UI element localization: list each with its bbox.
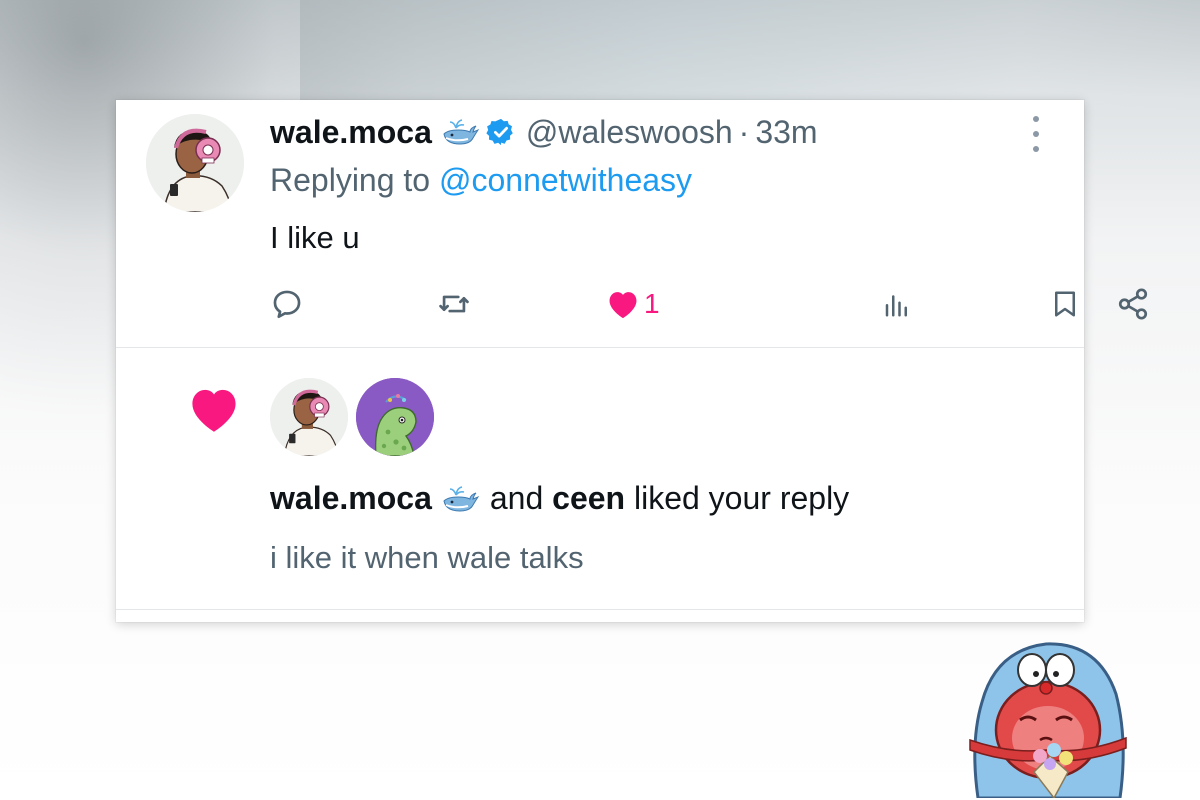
notification-text: wale.moca and ceen liked your reply [270, 480, 849, 517]
tweet[interactable]: wale.moca @waleswoosh · 33m Replying to … [116, 100, 1148, 348]
replying-to-mention[interactable]: @connetwitheasy [439, 162, 692, 198]
notification-card: wale.moca @waleswoosh · 33m Replying to … [116, 100, 1148, 622]
bookmark-icon [1055, 291, 1075, 317]
views-icon [885, 295, 907, 317]
user-handle[interactable]: @waleswoosh [526, 114, 733, 151]
liker-name-2[interactable]: ceen [552, 480, 625, 517]
bookmark-button[interactable] [1050, 284, 1080, 324]
liker-name-1[interactable]: wale.moca [270, 480, 432, 517]
retweet-icon [439, 295, 469, 313]
tweet-text: I like u [270, 220, 360, 255]
verified-badge-icon [486, 117, 516, 147]
user-avatar[interactable] [146, 114, 244, 212]
liker-avatar-wale[interactable] [270, 378, 348, 456]
whale-emoji-icon [440, 483, 480, 515]
liked-reply-text: i like it when wale talks [270, 540, 584, 575]
retweet-button[interactable] [436, 284, 472, 324]
reply-button[interactable] [270, 284, 304, 324]
like-count: 1 [644, 288, 660, 319]
cartoon-cat-sticker [960, 622, 1136, 800]
views-button[interactable] [882, 284, 912, 324]
tweet-header: wale.moca @waleswoosh · 33m [270, 114, 818, 150]
tweet-actions: 1 [270, 284, 1148, 324]
separator-dot: · [738, 113, 750, 150]
share-icon [1118, 288, 1148, 320]
share-button[interactable] [1116, 284, 1150, 324]
replying-prefix: Replying to [270, 162, 431, 198]
connector-text: and [489, 480, 544, 516]
reply-icon [273, 290, 301, 319]
liker-avatar-ceen[interactable] [356, 378, 434, 456]
action-text: liked your reply [633, 480, 850, 516]
tweet-time[interactable]: 33m [755, 114, 817, 151]
background-blur-top [300, 0, 1200, 110]
whale-emoji-icon [440, 116, 480, 148]
heart-filled-icon [609, 292, 637, 319]
display-name[interactable]: wale.moca [270, 114, 432, 151]
like-button[interactable]: 1 [606, 284, 660, 324]
replying-to: Replying to @connetwitheasy [270, 162, 692, 199]
more-options-icon[interactable] [1024, 116, 1048, 152]
heart-filled-icon [186, 384, 242, 434]
like-notification[interactable]: wale.moca and ceen liked your reply i li… [116, 348, 1084, 610]
